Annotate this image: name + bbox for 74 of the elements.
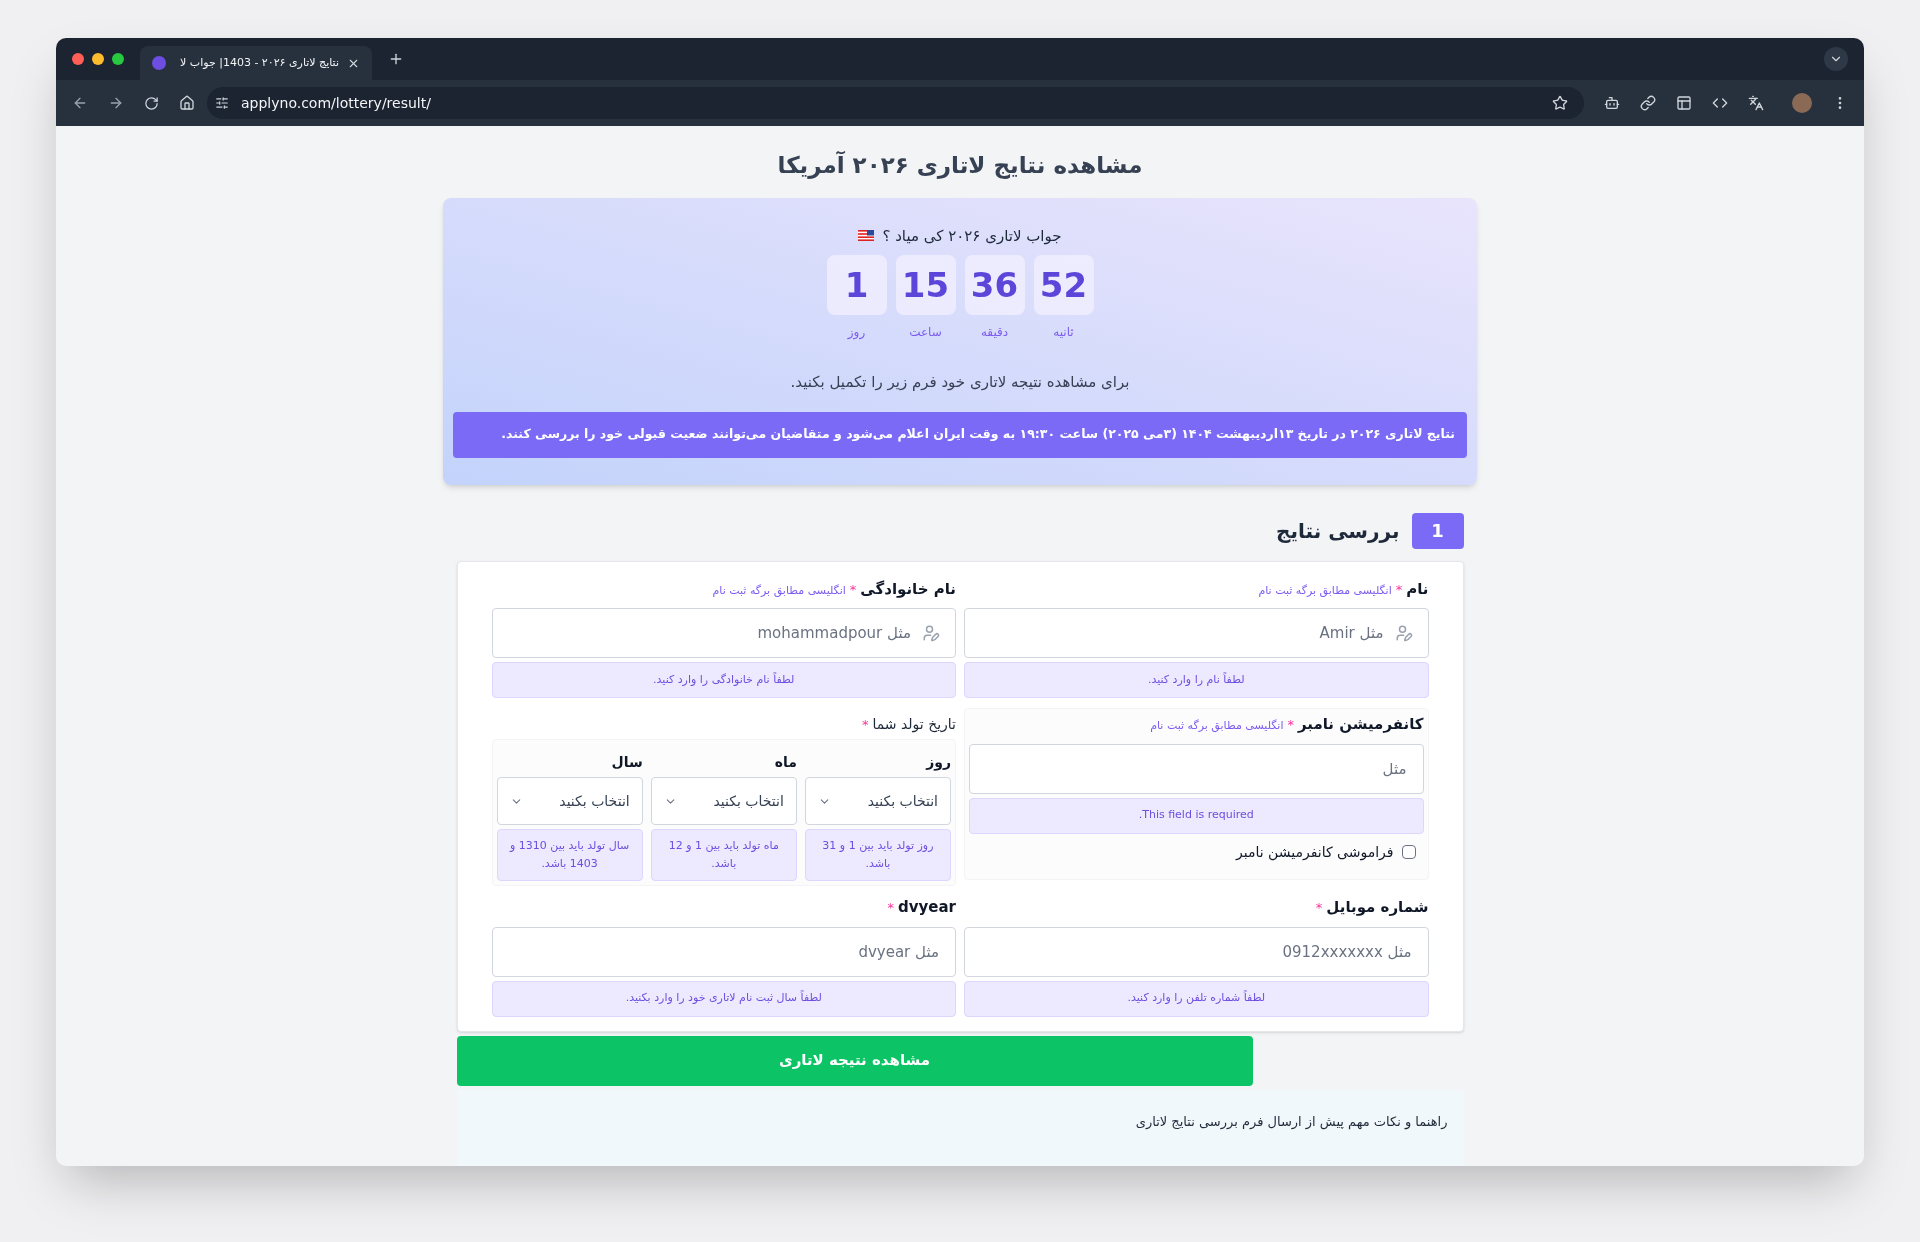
field-label: نام خانوادگی: [860, 578, 956, 600]
user-edit-icon: [922, 624, 940, 642]
date-part-label: ماه: [773, 753, 797, 772]
input-field[interactable]: مثل: [969, 743, 1424, 794]
input-field[interactable]: مثل Amir: [964, 608, 1429, 658]
step-number: 1: [1411, 512, 1464, 549]
input-field[interactable]: مثل dvyear: [491, 926, 956, 977]
minimize-window-button[interactable]: [92, 53, 104, 65]
error-message: This field is required.: [969, 797, 1424, 834]
error-message: ماه تولد باید بین 1 و 12 باشد.: [650, 829, 797, 881]
countdown-unit: ثانیه: [1053, 324, 1074, 341]
required-mark: *: [849, 580, 857, 599]
countdown-value: 15: [895, 255, 956, 315]
field-label: تاریخ تولد شما: [872, 715, 956, 735]
browser-tab[interactable]: نتایج لاتاری ۲۰۲۶ - 1403| جواب لا: [140, 46, 372, 80]
forward-icon[interactable]: [108, 95, 124, 111]
field-label: dvyear: [898, 897, 956, 918]
checkbox[interactable]: [1401, 845, 1416, 859]
profile-avatar[interactable]: [1792, 93, 1812, 113]
guide-title: راهنما و نکات مهم پیش از ارسال فرم بررسی نتایج لاتاری: [1134, 1112, 1448, 1131]
field-hint: انگلیسی مطابق برگه ثبت نام: [712, 582, 846, 599]
required-mark: *: [1287, 716, 1294, 734]
link-icon[interactable]: [1640, 95, 1656, 111]
section-title: بررسی نتایج: [1276, 517, 1400, 545]
layout-icon[interactable]: [1676, 95, 1692, 111]
error-message: لطفاً نام خانوادگی را وارد کنید.: [491, 662, 956, 698]
checkbox-label: فراموشی کانفرمیشن نامبر: [1236, 842, 1394, 863]
field-hint: انگلیسی مطابق برگه ثبت نام: [1258, 582, 1392, 599]
field-label: نام: [1406, 578, 1429, 600]
back-icon[interactable]: [72, 95, 88, 111]
required-mark: *: [1315, 899, 1323, 917]
reload-icon[interactable]: [144, 95, 159, 111]
favicon-icon: [152, 56, 166, 70]
select-field[interactable]: انتخاب بکنید: [804, 777, 951, 825]
robot-icon[interactable]: [1604, 95, 1620, 111]
countdown-value: 36: [964, 255, 1025, 315]
tab-list-button[interactable]: [1824, 47, 1848, 71]
field-hint: انگلیسی مطابق برگه ثبت نام: [1150, 718, 1284, 734]
select-field[interactable]: انتخاب بکنید: [496, 777, 643, 825]
flag-icon: [858, 230, 875, 242]
site-settings-icon[interactable]: [215, 96, 229, 110]
field-label: شماره موبایل: [1326, 897, 1429, 918]
bookmark-star-icon[interactable]: [1552, 95, 1568, 111]
countdown-value: 1: [826, 255, 887, 315]
error-message: لطفاً شماره تلفن را وارد کنید.: [964, 980, 1429, 1017]
user-edit-icon: [1394, 624, 1413, 642]
address-bar[interactable]: applyno.com/lottery/result/: [207, 87, 1584, 119]
date-part-label: سال: [610, 753, 643, 772]
countdown-unit: دقیقه: [980, 324, 1009, 341]
instruction-text: برای مشاهده نتیجه لاتاری خود فرم زیر را تکمیل بکنید.: [790, 372, 1130, 393]
error-message: روز تولد باید بین 1 و 31 باشد.: [804, 829, 951, 881]
required-mark: *: [1395, 580, 1403, 599]
countdown-value: 52: [1033, 255, 1094, 315]
error-message: لطفاً سال ثبت نام لاتاری خود را وارد بکنید.: [491, 980, 956, 1017]
new-tab-icon[interactable]: [388, 51, 404, 67]
countdown-question: جواب لاتاری ۲۰۲۶ کی میاد ؟: [882, 225, 1062, 247]
countdown-unit: ساعت: [909, 324, 942, 341]
select-field[interactable]: انتخاب بکنید: [650, 777, 797, 825]
notice-banner: نتایج لاتاری ۲۰۲۶ در تاریخ ۱۳اردیبهشت ۱۴۰۴ (۳می ۲۰۲۵) ساعت ۱۹:۳۰ به وقت ایران اعلام می‌شود و متقاضیان می‌توانند ضعیت قبولی خود را بررسی کنند.: [453, 411, 1467, 458]
page-title: مشاهده نتایج لاتاری ۲۰۲۶ آمریکا: [777, 150, 1143, 181]
maximize-window-button[interactable]: [112, 53, 124, 65]
error-message: سال تولد باید بین 1310 و 1403 باشد.: [496, 829, 643, 881]
translate-icon[interactable]: [1748, 95, 1764, 111]
required-mark: *: [861, 716, 869, 734]
input-field[interactable]: مثل mohammadpour: [491, 608, 956, 658]
home-icon[interactable]: [179, 95, 195, 111]
code-icon[interactable]: [1712, 95, 1728, 111]
close-window-button[interactable]: [72, 53, 84, 65]
countdown-unit: روز: [847, 324, 866, 341]
required-mark: *: [887, 899, 894, 917]
field-label: کانفرمیشن نامبر: [1298, 714, 1424, 735]
error-message: لطفاً نام را وارد کنید.: [964, 662, 1429, 698]
date-part-label: روز: [924, 753, 951, 773]
input-field[interactable]: مثل 0912xxxxxxx: [964, 926, 1429, 977]
